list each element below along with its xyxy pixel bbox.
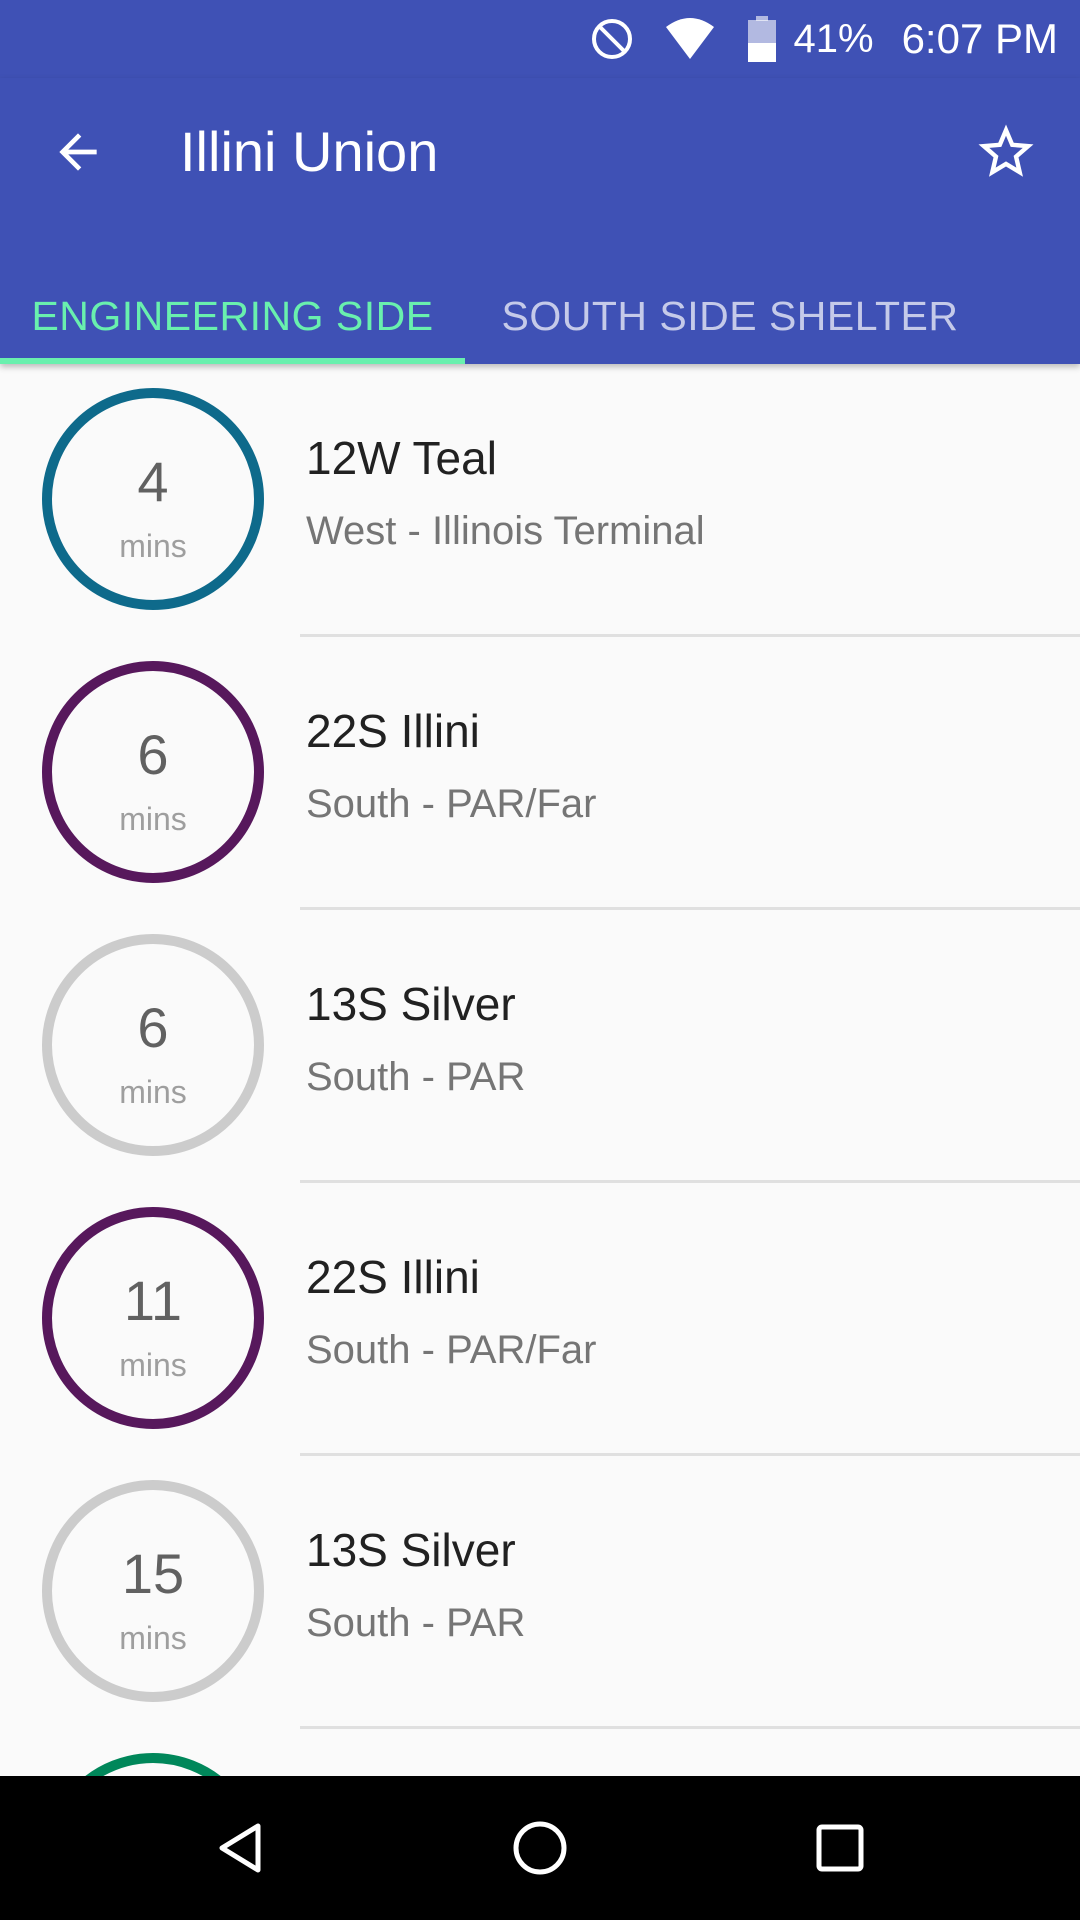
minutes-unit: mins: [119, 801, 187, 837]
battery-percent: 41%: [793, 16, 874, 61]
back-button[interactable]: [42, 116, 114, 188]
tab-indicator: [0, 358, 465, 364]
minutes-value: 4: [137, 450, 169, 513]
status-icons: 41% 6:07 PM: [590, 0, 1058, 78]
route-direction: South - PAR: [306, 1601, 526, 1645]
nav-back-icon: [219, 1823, 261, 1873]
list-item[interactable]: 15 mins 13S Silver South - PAR: [0, 1456, 1080, 1729]
arrow-left-icon: [59, 133, 97, 171]
nav-recents-button[interactable]: [790, 1798, 890, 1898]
minutes-unit: mins: [119, 528, 187, 564]
nav-recents-icon: [816, 1824, 864, 1872]
route-direction: South - PAR/Far: [306, 782, 597, 826]
route-color-circle: 11 mins: [42, 1207, 264, 1429]
list-item[interactable]: 11 mins 22S Illini South - PAR/Far: [0, 1183, 1080, 1456]
route-color-circle: 15 mins: [42, 1480, 264, 1702]
app-bar: Illini Union ENGINEERING SIDE SOUTH SIDE…: [0, 78, 1080, 364]
minutes-value: 11: [123, 1269, 183, 1332]
departures-list[interactable]: 4 mins 12W Teal West - Illinois Terminal…: [0, 364, 1080, 1776]
list-item[interactable]: 6 mins 22S Illini South - PAR/Far: [0, 637, 1080, 910]
minutes-unit: mins: [119, 1074, 187, 1110]
minutes-unit: mins: [119, 1347, 187, 1383]
route-color-circle: 6 mins: [42, 934, 264, 1156]
route-direction: West - Illinois Terminal: [306, 509, 705, 553]
route-name: 22S Illini: [306, 1251, 480, 1303]
minutes-value: 6: [137, 996, 169, 1059]
minutes-value: 15: [121, 1542, 185, 1605]
route-color-circle: 6 mins: [42, 661, 264, 883]
route-color-circle: [42, 1753, 264, 1776]
system-nav-bar: [0, 1776, 1080, 1920]
battery-icon: [747, 16, 776, 62]
minutes-unit: mins: [119, 1620, 187, 1656]
nav-home-icon: [513, 1821, 567, 1875]
tab-south-side-shelter[interactable]: SOUTH SIDE SHELTER: [465, 268, 995, 364]
route-name: 22S Illini: [306, 705, 480, 757]
route-direction: South - PAR: [306, 1055, 526, 1099]
route-name: 13S Silver: [306, 1524, 516, 1576]
route-direction: South - PAR/Far: [306, 1328, 597, 1372]
nav-home-button[interactable]: [490, 1798, 590, 1898]
list-item[interactable]: 6 mins 13S Silver South - PAR: [0, 910, 1080, 1183]
list-item[interactable]: 4 mins 12W Teal West - Illinois Terminal: [0, 364, 1080, 637]
star-outline-icon: [978, 124, 1034, 177]
list-item[interactable]: [0, 1729, 1080, 1776]
route-name: 13S Silver: [306, 978, 516, 1030]
wifi-icon: [665, 18, 714, 59]
clock: 6:07 PM: [901, 15, 1058, 62]
tab-engineering-side[interactable]: ENGINEERING SIDE: [0, 268, 465, 364]
status-bar: 41% 6:07 PM: [0, 0, 1080, 78]
minutes-value: 6: [137, 723, 169, 786]
do-not-disturb-icon: [591, 19, 632, 59]
nav-back-button[interactable]: [190, 1798, 290, 1898]
tab-bar: ENGINEERING SIDE SOUTH SIDE SHELTER: [0, 268, 1080, 364]
route-name: 12W Teal: [306, 432, 497, 484]
page-title: Illini Union: [180, 120, 439, 183]
route-color-circle: 4 mins: [42, 388, 264, 610]
favorite-button[interactable]: [968, 114, 1044, 190]
